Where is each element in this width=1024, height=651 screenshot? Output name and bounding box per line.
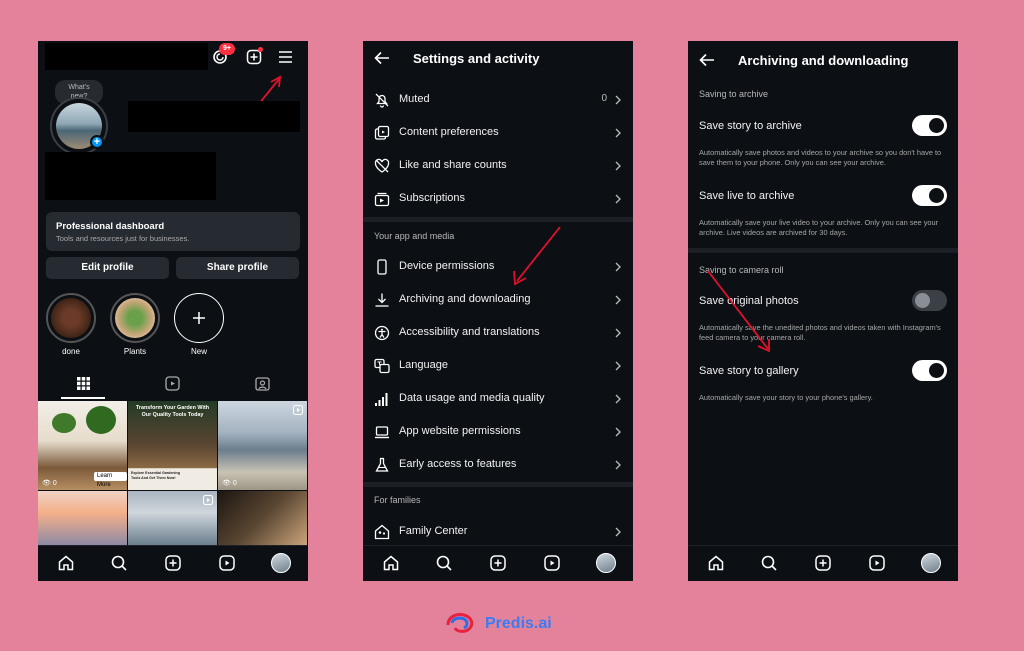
tile-subline: Explore Essential Gardening Tools And Ge…	[131, 471, 180, 480]
signal-bars-icon	[375, 393, 388, 406]
annotation-arrow-gallery	[707, 270, 770, 353]
search-icon[interactable]	[435, 554, 453, 572]
highlight-done-image	[51, 298, 91, 338]
create-icon[interactable]	[489, 554, 507, 572]
post-tile-3[interactable]: 👁 0	[218, 401, 307, 490]
post-tile-2[interactable]: Transform Your Garden With Our Quality T…	[128, 401, 217, 490]
active-tab-indicator	[61, 397, 105, 399]
reel-badge-icon	[203, 495, 213, 505]
profile-screen: 9+ What's new? + Professional dashboard …	[38, 41, 308, 581]
reels-nav-icon[interactable]	[543, 554, 561, 572]
highlight-new-label: New	[190, 347, 207, 356]
eye-icon: 👁	[42, 480, 51, 487]
bottom-nav	[688, 545, 958, 581]
post-tile-5[interactable]	[128, 491, 217, 545]
add-story-plus-icon[interactable]: +	[90, 135, 104, 149]
flask-icon	[375, 457, 389, 472]
settings-screen: Settings and activity Muted 0 Content pr…	[363, 41, 633, 581]
plus-icon	[193, 312, 205, 324]
reel-badge-icon	[293, 405, 303, 415]
post-views: 👁 0	[222, 479, 237, 487]
post-views-count: 0	[52, 480, 57, 487]
archiving-screen: Archiving and downloading Saving to arch…	[688, 41, 958, 581]
home-icon[interactable]	[382, 554, 400, 572]
chevron-right-icon	[615, 527, 621, 537]
profile-nav-avatar[interactable]	[596, 553, 616, 573]
settings-row-label: App website permissions	[399, 425, 521, 437]
highlight-done-label: done	[62, 347, 80, 356]
language-icon	[374, 358, 390, 374]
share-profile-button[interactable]: Share profile	[176, 257, 299, 279]
chevron-right-icon	[615, 427, 621, 437]
dashboard-subtitle: Tools and resources just for businesses.	[56, 234, 190, 243]
settings-row-early-access[interactable]: Early access to features	[363, 449, 633, 482]
eye-icon: 👁	[222, 480, 231, 487]
post-tile-6[interactable]	[218, 491, 307, 545]
search-icon[interactable]	[110, 554, 128, 572]
section-heading-families: For families	[374, 495, 421, 505]
settings-row-label: Language	[399, 359, 448, 371]
learn-more-button[interactable]: Learn More	[94, 472, 127, 488]
post-tile-1[interactable]: Learn More 👁 0	[38, 401, 127, 490]
highlight-plants[interactable]	[110, 293, 160, 343]
reels-nav-icon[interactable]	[868, 554, 886, 572]
reels-nav-icon[interactable]	[218, 554, 236, 572]
highlight-plants-label: Plants	[123, 347, 147, 356]
chevron-right-icon	[615, 460, 621, 470]
settings-row-label: Data usage and media quality	[399, 392, 545, 404]
create-icon[interactable]	[814, 554, 832, 572]
settings-row-language[interactable]: Language	[363, 350, 633, 383]
bottom-nav	[38, 545, 308, 581]
grid-icon[interactable]	[76, 376, 91, 391]
settings-row-label: Family Center	[399, 525, 468, 537]
highlight-done[interactable]	[46, 293, 96, 343]
plant-leaves	[52, 413, 76, 433]
highlight-plants-image	[115, 298, 155, 338]
predis-logo-icon	[446, 612, 474, 633]
create-icon[interactable]	[164, 554, 182, 572]
laptop-icon	[375, 426, 389, 439]
brand-name: Predis.ai	[485, 615, 552, 632]
home-icon[interactable]	[57, 554, 75, 572]
post-views-count: 0	[232, 480, 237, 487]
dashboard-title: Professional dashboard	[56, 221, 165, 232]
family-icon	[374, 524, 390, 540]
settings-row-label: Early access to features	[399, 458, 517, 470]
bottom-nav	[363, 545, 633, 581]
tagged-icon[interactable]	[255, 376, 270, 391]
chevron-right-icon	[615, 394, 621, 404]
annotation-arrow-archiving	[513, 226, 561, 286]
settings-row-website-permissions[interactable]: App website permissions	[363, 416, 633, 449]
plant-leaves	[86, 406, 116, 434]
reels-icon[interactable]	[165, 376, 180, 391]
home-icon[interactable]	[707, 554, 725, 572]
professional-dashboard[interactable]: Professional dashboard Tools and resourc…	[46, 212, 300, 251]
settings-row-data-usage[interactable]: Data usage and media quality	[363, 383, 633, 416]
post-tile-4[interactable]	[38, 491, 127, 545]
search-icon[interactable]	[760, 554, 778, 572]
edit-profile-button[interactable]: Edit profile	[46, 257, 169, 279]
chevron-right-icon	[615, 361, 621, 371]
profile-nav-avatar[interactable]	[921, 553, 941, 573]
section-divider	[363, 482, 633, 487]
highlight-new[interactable]	[174, 293, 224, 343]
tile-headline: Transform Your Garden With Our Quality T…	[135, 405, 210, 418]
toggle-desc-story-gallery: Automatically save your story to your ph…	[699, 393, 873, 402]
note-line-1: What's	[68, 84, 90, 91]
redacted-stats	[128, 101, 300, 132]
redacted-bio	[45, 152, 216, 200]
profile-nav-avatar[interactable]	[271, 553, 291, 573]
post-views: 👁 0	[42, 479, 57, 487]
